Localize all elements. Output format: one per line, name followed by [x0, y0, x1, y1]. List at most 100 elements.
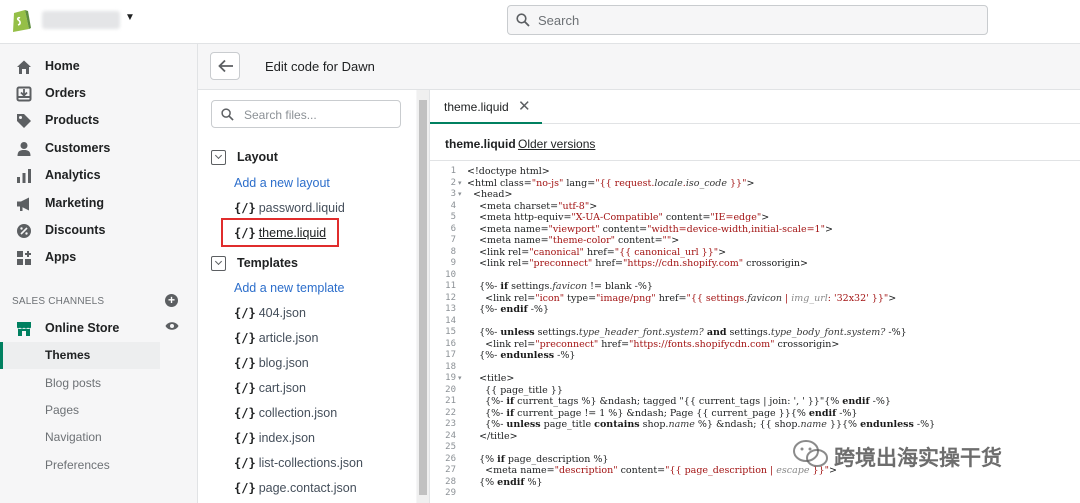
line-number: 10	[445, 269, 456, 280]
code-line: <link rel="preconnect" href="https://fon…	[467, 338, 840, 350]
folder-label: Layout	[237, 150, 278, 164]
code-file-icon: {/}	[234, 201, 256, 215]
sidebar-item-products[interactable]: Products	[0, 107, 198, 134]
folder-download-icon	[211, 256, 226, 271]
file-name: cart.json	[258, 381, 306, 395]
add-channel-icon[interactable]: +	[165, 294, 178, 307]
sidebar-subitem-themes[interactable]: Themes	[0, 342, 160, 369]
sidebar-item-customers[interactable]: Customers	[0, 135, 198, 162]
eye-icon[interactable]	[165, 321, 179, 331]
line-number: 19	[445, 373, 456, 384]
code-file-icon: {/}	[234, 356, 256, 370]
file-item-collection-json[interactable]: {/} collection.json	[234, 405, 337, 425]
scrollbar-thumb[interactable]	[419, 100, 427, 495]
file-name: collection.json	[258, 406, 338, 420]
line-number: 23	[445, 419, 456, 430]
editor-file-name: theme.liquid	[445, 137, 516, 151]
search-placeholder: Search	[538, 13, 580, 28]
megaphone-icon	[17, 197, 29, 211]
code-line: <link rel="canonical" href="{{ canonical…	[467, 246, 727, 258]
line-number: 28	[445, 476, 456, 487]
add-new-template-link[interactable]: Add a new template	[234, 281, 345, 295]
sidebar-subitem-label: Blog posts	[45, 376, 102, 390]
back-button[interactable]	[210, 52, 240, 80]
file-item-cart-json[interactable]: {/} cart.json	[234, 380, 306, 400]
store-icon	[17, 322, 31, 336]
code-line: {{ page_title }}	[467, 384, 563, 396]
line-number: 17	[445, 350, 456, 361]
search-bar[interactable]: Search	[507, 5, 988, 35]
file-item-list-collections-json[interactable]: {/} list-collections.json	[234, 455, 363, 475]
code-line: <meta charset="utf-8">	[467, 200, 598, 212]
sidebar-item-apps[interactable]: Apps	[0, 244, 198, 271]
fold-arrow-icon[interactable]: ▾	[458, 373, 466, 385]
file-name: list-collections.json	[258, 456, 363, 470]
fold-arrow-icon[interactable]: ▾	[458, 178, 466, 190]
file-name: password.liquid	[258, 201, 345, 215]
line-number: 1	[450, 166, 456, 176]
sidebar-item-home[interactable]: Home	[0, 53, 198, 80]
file-item-blog-json[interactable]: {/} blog.json	[234, 355, 309, 375]
line-number: 4	[450, 200, 456, 211]
file-item-page-contact-json[interactable]: {/} page.contact.json	[234, 480, 357, 500]
file-item-index-json[interactable]: {/} index.json	[234, 430, 315, 450]
line-number: 8	[450, 246, 456, 257]
sidebar-subitem-preferences[interactable]: Preferences	[0, 452, 160, 479]
discount-icon	[17, 224, 31, 238]
sidebar-item-discounts[interactable]: Discounts	[0, 217, 198, 244]
line-number: 11	[445, 281, 456, 292]
file-name: page.contact.json	[258, 481, 357, 495]
code-line: <link rel="preconnect" href="https://cdn…	[467, 258, 808, 270]
sales-channels-header: SALES CHANNELS	[12, 296, 105, 307]
sidebar-subitem-label: Navigation	[45, 430, 102, 444]
line-number: 9	[450, 258, 456, 269]
line-number: 13	[445, 304, 456, 315]
home-icon	[17, 60, 31, 74]
line-number: 18	[445, 361, 456, 372]
sidebar-item-orders[interactable]: Orders	[0, 80, 198, 107]
code-file-icon: {/}	[234, 481, 256, 495]
code-file-icon: {/}	[234, 331, 256, 345]
code-line: {%- if current_page != 1 %} &ndash; Page…	[467, 407, 858, 419]
chevron-down-icon[interactable]: ▼	[125, 12, 135, 23]
tab-theme-liquid[interactable]: theme.liquid ✕	[430, 90, 542, 124]
file-search-input[interactable]: Search files...	[211, 100, 401, 128]
sidebar-item-label: Marketing	[45, 196, 105, 210]
code-line: {%- if settings.favicon != blank -%}	[467, 281, 653, 293]
file-item-article-json[interactable]: {/} article.json	[234, 330, 318, 350]
selection-highlight-box	[221, 218, 339, 247]
watermark-text: 跨境出海实操干货	[834, 446, 1002, 470]
code-line: </title>	[467, 430, 518, 442]
line-number: 24	[445, 430, 456, 441]
older-versions-link[interactable]: Older versions	[518, 137, 595, 151]
sidebar-item-marketing[interactable]: Marketing	[0, 190, 198, 217]
sidebar-subitem-blog-posts[interactable]: Blog posts	[0, 370, 160, 397]
line-number: 6	[450, 223, 456, 234]
file-list-scrollbar[interactable]	[417, 90, 429, 503]
line-number: 26	[445, 453, 456, 464]
close-icon[interactable]: ✕	[518, 97, 531, 115]
folder-label: Templates	[237, 256, 298, 270]
code-file-icon: {/}	[234, 431, 256, 445]
code-line: <html class="no-js" lang="{{ request.loc…	[467, 177, 755, 189]
sidebar-subitem-pages[interactable]: Pages	[0, 397, 160, 424]
store-name-redacted[interactable]	[42, 11, 120, 29]
add-new-layout-link[interactable]: Add a new layout	[234, 176, 330, 190]
page-title: Edit code for Dawn	[265, 59, 375, 74]
shopify-logo-icon[interactable]	[10, 7, 32, 33]
code-line: {%- unless settings.type_header_font.sys…	[467, 327, 907, 339]
code-line: <meta name="theme-color" content="">	[467, 235, 680, 247]
line-number: 16	[445, 338, 456, 349]
line-number: 22	[445, 407, 456, 418]
sidebar-subitem-label: Preferences	[45, 458, 110, 472]
file-name: blog.json	[258, 356, 309, 370]
file-item-password-liquid[interactable]: {/} password.liquid	[234, 200, 345, 220]
fold-gutter: ▾ ▾ ▾	[458, 166, 466, 385]
sidebar-item-analytics[interactable]: Analytics	[0, 162, 198, 189]
sidebar-subitem-navigation[interactable]: Navigation	[0, 424, 160, 451]
file-item-404-json[interactable]: {/} 404.json	[234, 305, 306, 325]
fold-arrow-icon[interactable]: ▾	[458, 189, 466, 201]
